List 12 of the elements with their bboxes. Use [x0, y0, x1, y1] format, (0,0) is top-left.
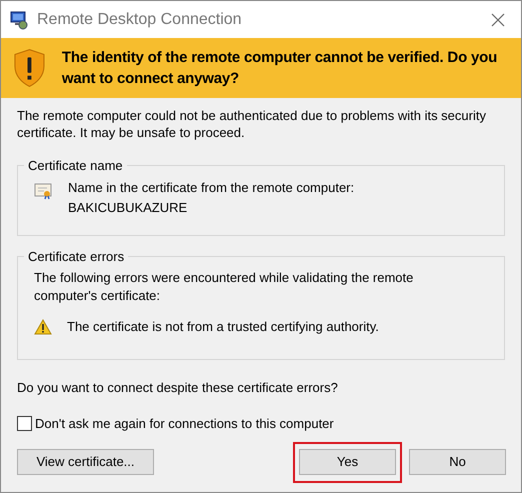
dialog-button[interactable]: Yes [299, 449, 396, 475]
description-text: The remote computer could not be authenticated due to problems with its security certificate. It may be unsafe to proceed. [17, 107, 487, 141]
certificate-name-label: Name in the certificate from the remote computer: [68, 179, 354, 197]
certificate-name-value: BAKICUBUKAZURE [68, 199, 188, 217]
dialog-button[interactable]: No [409, 449, 506, 475]
error-text: The certificate is not from a trusted certifying authority. [67, 318, 379, 336]
question-text: Do you want to connect despite these certificate errors? [17, 379, 339, 397]
warning-message: The identity of the remote computer cannot be verified. Do you want to connect anyway? [62, 48, 498, 89]
errors-intro: The following errors were encountered while validating the remote computer's certificate: [34, 269, 414, 305]
dialog-button[interactable]: View certificate... [17, 449, 154, 475]
window-title: Remote Desktop Connection [37, 10, 243, 30]
checkbox-label: Don't ask me again for connections to this computer [35, 414, 334, 433]
